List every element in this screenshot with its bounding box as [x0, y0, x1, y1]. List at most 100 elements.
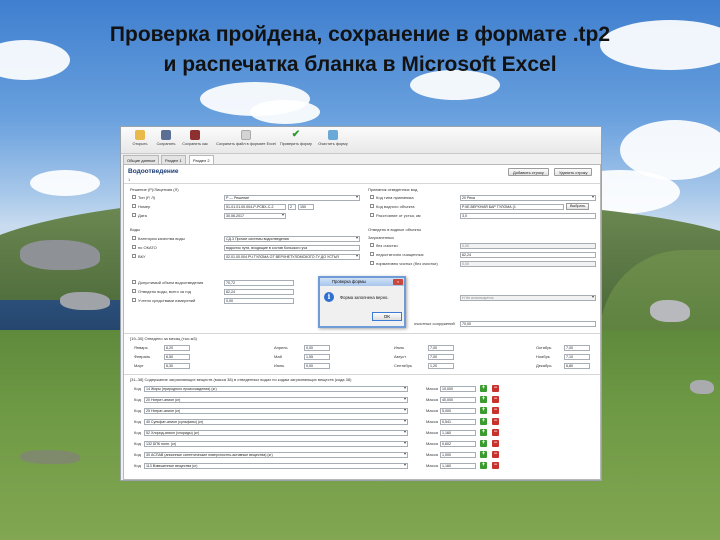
- month-field[interactable]: 7,10: [564, 354, 590, 360]
- number-checkbox[interactable]: [132, 204, 136, 208]
- vku-checkbox[interactable]: [132, 254, 136, 258]
- normative-field[interactable]: 0,00: [460, 261, 596, 267]
- category-select[interactable]: СД.3 Прочие системы водоотведения: [224, 236, 360, 242]
- substance-select[interactable]: 113 Взвешенные вещества (кг): [144, 463, 408, 469]
- ok-button[interactable]: OK: [372, 312, 402, 321]
- month-field[interactable]: 1,55: [304, 354, 330, 360]
- add-substance-button[interactable]: +: [480, 440, 487, 447]
- remove-substance-button[interactable]: −: [492, 396, 499, 403]
- substance-select[interactable]: 132 БПК полн. (кг): [144, 441, 408, 447]
- total-checkbox[interactable]: [132, 289, 136, 293]
- distance-checkbox[interactable]: [370, 213, 374, 217]
- okato-field[interactable]: водосток пути, входящие в состав Кольско…: [224, 245, 360, 251]
- tab-general[interactable]: Общие данные: [123, 155, 160, 164]
- receiver-code-select[interactable]: 20 Река: [460, 195, 596, 201]
- month-field[interactable]: 6,50: [164, 354, 190, 360]
- add-substance-button[interactable]: +: [480, 451, 487, 458]
- date-checkbox[interactable]: [132, 213, 136, 217]
- clear-form-button[interactable]: Очистить форму: [315, 130, 351, 152]
- number-field[interactable]: 51-01.01.00.004-Р-РСВХ-С-2: [224, 204, 286, 210]
- close-icon[interactable]: ×: [393, 279, 403, 285]
- month-field[interactable]: 0,00: [304, 363, 330, 369]
- panel-title: Водоотведение: [128, 168, 179, 175]
- month-field[interactable]: 0,00: [304, 345, 330, 351]
- month-field[interactable]: 1,20: [428, 363, 454, 369]
- remove-substance-button[interactable]: −: [492, 451, 499, 458]
- number-label: Номер: [138, 204, 151, 209]
- month-label: Ноябрь: [536, 354, 550, 359]
- vku-select[interactable]: 02.01.00.004 РЧ ТУЛОМА ОТ ВЕРХНЕТУЛОМСКО…: [224, 254, 360, 260]
- mass-field[interactable]: 10,000: [440, 386, 476, 392]
- number-extra-field[interactable]: 150: [298, 204, 314, 210]
- add-substance-button[interactable]: +: [480, 396, 487, 403]
- allowed-checkbox[interactable]: [132, 280, 136, 284]
- remove-substance-button[interactable]: −: [492, 429, 499, 436]
- add-substance-button[interactable]: +: [480, 429, 487, 436]
- normative-label: нормативно чистых (без очистки): [376, 261, 438, 266]
- normative-checkbox[interactable]: [370, 261, 374, 265]
- save-as-button[interactable]: Сохранить как: [177, 130, 213, 152]
- remove-substance-button[interactable]: −: [492, 440, 499, 447]
- month-field[interactable]: 6,30: [164, 363, 190, 369]
- select-object-button[interactable]: Выбрать: [566, 203, 590, 210]
- mass-field[interactable]: 1,000: [440, 452, 476, 458]
- substance-select[interactable]: 20 Нитрит-анион (кг): [144, 397, 408, 403]
- distance-field[interactable]: 3,0: [460, 213, 596, 219]
- month-field[interactable]: 7,00: [564, 345, 590, 351]
- month-field[interactable]: 7,00: [428, 354, 454, 360]
- delete-row-button[interactable]: Удалить строку: [554, 168, 593, 176]
- meter-checkbox[interactable]: [132, 298, 136, 302]
- structures-label: очистных сооружений: [414, 321, 455, 326]
- substance-select[interactable]: 25 Нитрат-анион (кг): [144, 408, 408, 414]
- add-row-button[interactable]: Добавить строку: [508, 168, 549, 176]
- tab-section1[interactable]: Раздел 1: [161, 155, 186, 164]
- receiver-code-checkbox[interactable]: [370, 195, 374, 199]
- substance-select[interactable]: 40 Сульфат-анион (сульфаты) (кг): [144, 419, 408, 425]
- add-substance-button[interactable]: +: [480, 462, 487, 469]
- mass-field[interactable]: 40,000: [440, 397, 476, 403]
- month-field[interactable]: 7,00: [428, 345, 454, 351]
- total-label: Отведено воды, всего за год: [138, 289, 191, 294]
- facilities-select[interactable]: Н Не используется: [460, 295, 596, 301]
- structures-field[interactable]: 70,00: [460, 321, 596, 327]
- remove-substance-button[interactable]: −: [492, 418, 499, 425]
- allowed-field[interactable]: 70,72: [224, 280, 294, 286]
- save-excel-button[interactable]: Сохранить файл в формате Excel: [215, 130, 277, 152]
- substance-select[interactable]: 52 Хлорид-анион (хлориды) (кг): [144, 430, 408, 436]
- insufficient-checkbox[interactable]: [370, 252, 374, 256]
- tab-section2[interactable]: Раздел 2: [189, 155, 214, 164]
- number-suffix-field[interactable]: 2: [288, 204, 296, 210]
- mass-field[interactable]: 0,541: [440, 419, 476, 425]
- month-label: Февраль: [134, 354, 151, 359]
- mass-field[interactable]: 1,160: [440, 430, 476, 436]
- category-checkbox[interactable]: [132, 236, 136, 240]
- mass-field[interactable]: 5,000: [440, 408, 476, 414]
- mass-label: Масса: [426, 419, 438, 424]
- remove-substance-button[interactable]: −: [492, 385, 499, 392]
- substance-select[interactable]: 30 АСПАВ (анионные синтетические поверхн…: [144, 452, 408, 458]
- remove-substance-button[interactable]: −: [492, 462, 499, 469]
- month-field[interactable]: 6,80: [564, 363, 590, 369]
- insufficient-field[interactable]: 62,24: [460, 252, 596, 258]
- add-substance-button[interactable]: +: [480, 418, 487, 425]
- clear-icon: [328, 130, 338, 140]
- mass-field[interactable]: 1,160: [440, 463, 476, 469]
- add-substance-button[interactable]: +: [480, 407, 487, 414]
- meter-field[interactable]: 0,00: [224, 298, 294, 304]
- no-treatment-checkbox[interactable]: [370, 243, 374, 247]
- no-treatment-field[interactable]: 0,00: [460, 243, 596, 249]
- substance-select[interactable]: 14 Жиры (природного происхождения) (кг): [144, 386, 408, 392]
- object-code-checkbox[interactable]: [370, 204, 374, 208]
- type-select[interactable]: Р — Решение: [224, 195, 360, 201]
- month-field[interactable]: 6,20: [164, 345, 190, 351]
- date-field[interactable]: 30.06.2017: [224, 213, 286, 219]
- type-checkbox[interactable]: [132, 195, 136, 199]
- object-code-field[interactable]: Р.ЧЕ.ВЕРХНИЙ БАР ТУЛОМА (1: [460, 204, 564, 210]
- month-label: Январь: [134, 345, 148, 350]
- check-form-button[interactable]: ✔ Проверить форму: [277, 130, 315, 152]
- okato-checkbox[interactable]: [132, 245, 136, 249]
- remove-substance-button[interactable]: −: [492, 407, 499, 414]
- add-substance-button[interactable]: +: [480, 385, 487, 392]
- mass-field[interactable]: 0,602: [440, 441, 476, 447]
- total-field[interactable]: 62,24: [224, 289, 294, 295]
